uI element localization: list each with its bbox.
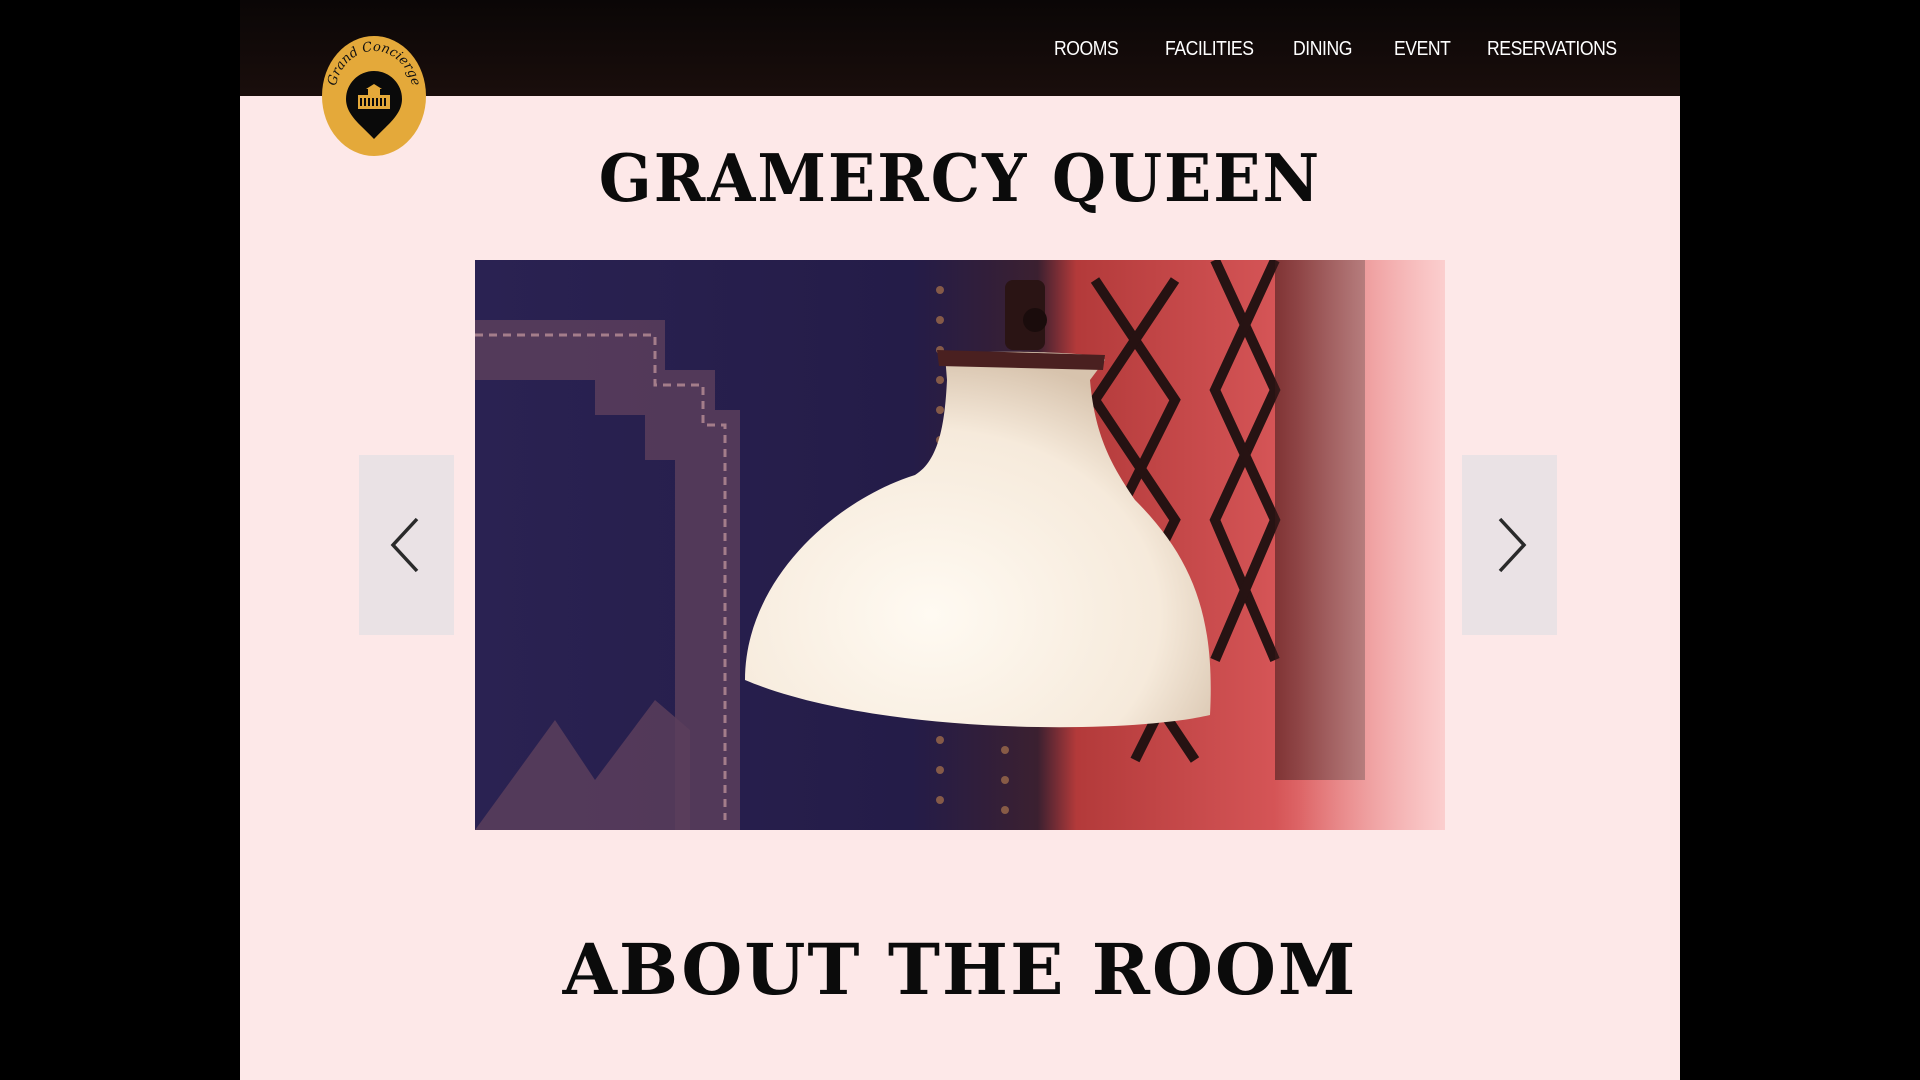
nav-links: ROOMS FACILITIES DINING EVENT RESERVATIO… <box>1054 38 1634 61</box>
lamp-photo-icon <box>475 260 1445 830</box>
room-photo <box>475 260 1445 830</box>
logo-badge-icon: Grand Concierge <box>322 36 426 156</box>
page: ROOMS FACILITIES DINING EVENT RESERVATIO… <box>240 0 1680 1080</box>
grand-concierge-logo[interactable]: Grand Concierge <box>321 35 427 157</box>
room-title: GRAMERCY QUEEN <box>598 140 1322 217</box>
nav-link-reservations[interactable]: RESERVATIONS <box>1487 38 1617 61</box>
chevron-left-icon <box>390 517 418 573</box>
chevron-right-icon <box>1498 517 1526 573</box>
nav-link-dining[interactable]: DINING <box>1293 38 1352 61</box>
top-navbar: ROOMS FACILITIES DINING EVENT RESERVATIO… <box>240 0 1680 96</box>
carousel-next-button[interactable] <box>1462 455 1557 635</box>
carousel-prev-button[interactable] <box>359 455 454 635</box>
nav-link-event[interactable]: EVENT <box>1394 38 1451 61</box>
nav-link-facilities[interactable]: FACILITIES <box>1165 38 1254 61</box>
about-room-title: ABOUT THE ROOM <box>562 928 1358 1011</box>
nav-link-rooms[interactable]: ROOMS <box>1054 38 1119 61</box>
